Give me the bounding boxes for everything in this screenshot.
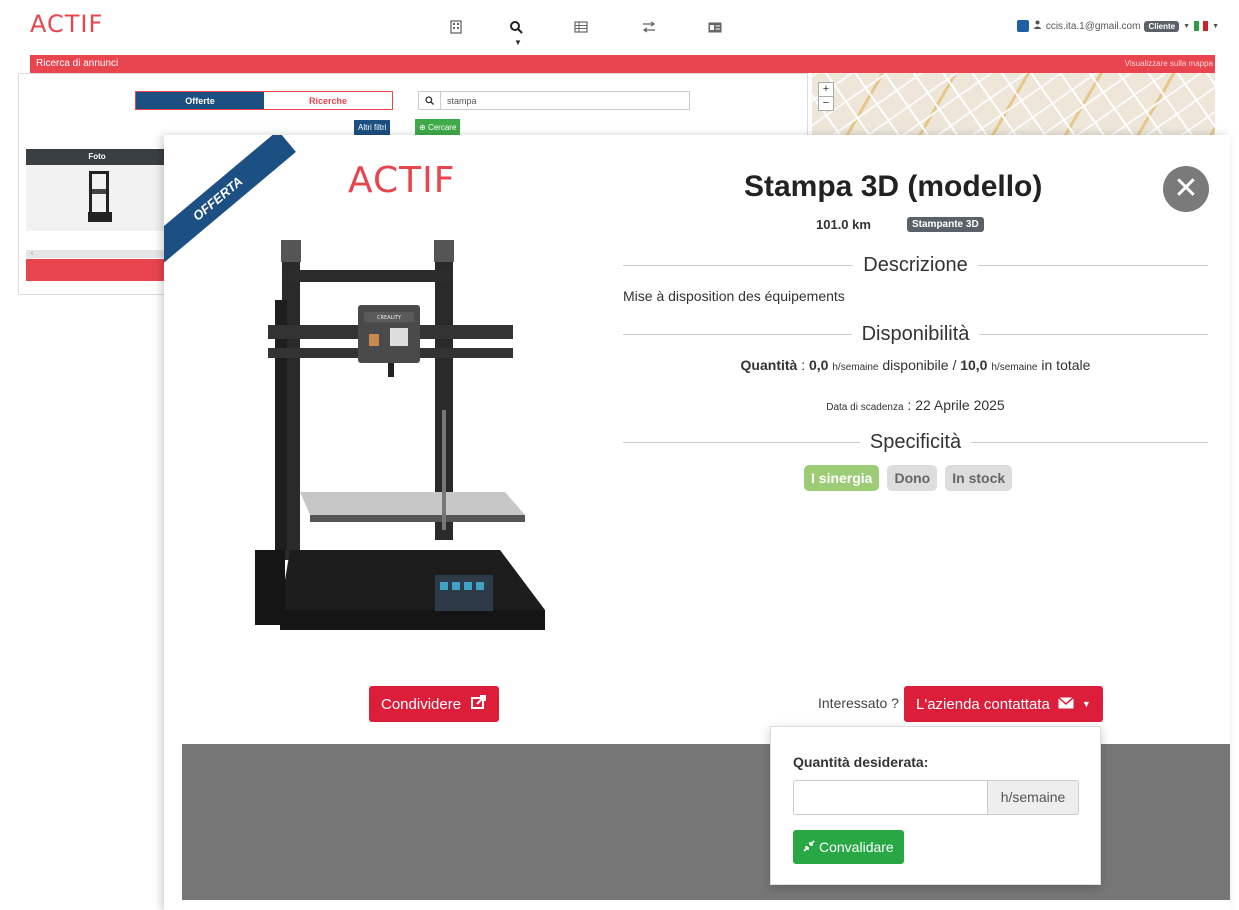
specificity-heading: Specificità [869, 431, 962, 453]
section-availability: Disponibilità [623, 323, 1208, 346]
zoom-out-button[interactable]: − [819, 96, 833, 110]
contact-dropdown: Quantità desiderata: h/semaine Convalida… [770, 726, 1101, 885]
caret-down-icon: ▼ [1081, 699, 1091, 709]
more-filters-button[interactable]: Altri filtri [354, 120, 391, 136]
list-icon[interactable] [574, 20, 588, 36]
logo[interactable]: ACTIF [30, 10, 103, 38]
listing-title: Stampa 3D (modello) [744, 170, 1043, 203]
result-thumbnail[interactable] [26, 165, 168, 231]
contact-button-label: L'azienda contattata [916, 695, 1050, 713]
map-zoom-control[interactable]: + − [818, 82, 834, 111]
chevron-down-icon[interactable]: ▼ [1183, 23, 1190, 30]
quantity-available-text: disponibile / [882, 357, 957, 373]
expiry-label: Data di scadenza [826, 402, 904, 413]
search-plus-icon: ⊕ [419, 123, 428, 132]
compress-icon [803, 839, 815, 855]
quantity-total-unit: h/semaine [991, 362, 1038, 373]
close-icon[interactable]: ✕ [1163, 166, 1209, 212]
chevron-down-icon[interactable]: ▼ [1212, 23, 1219, 30]
search-button-label: Cercare [427, 123, 457, 132]
desired-quantity-label: Quantità desiderata: [793, 754, 929, 770]
tab-offerte[interactable]: Offerte [136, 92, 264, 109]
user-icon [1033, 20, 1042, 32]
distance-text: 101.0 km [816, 217, 871, 232]
section-description: Descrizione [623, 254, 1208, 277]
quantity-total-text: in totale [1041, 357, 1091, 373]
building-icon[interactable] [450, 20, 462, 37]
user-menu[interactable]: ccis.ita.1@gmail.com Cliente ▼ ▼ [1016, 20, 1219, 32]
envelope-icon [1057, 696, 1074, 713]
quantity-line: Quantità : 0,0 h/semaine disponibile / 1… [740, 357, 1091, 373]
id-card-icon[interactable] [708, 20, 722, 36]
map-link[interactable]: Visualizzare sulla mappa [1125, 59, 1213, 68]
interested-label: Interessato ? [818, 695, 899, 711]
tab-ricerche[interactable]: Ricerche [264, 92, 392, 109]
contact-company-button[interactable]: L'azienda contattata ▼ [904, 686, 1103, 722]
search-icon [419, 92, 441, 109]
map-view[interactable] [812, 73, 1215, 135]
share-button-label: Condividere [381, 695, 462, 713]
user-email: ccis.ita.1@gmail.com [1045, 20, 1141, 32]
tag-list: I sinergia Dono In stock [804, 465, 1013, 491]
tag-dono: Dono [887, 465, 938, 491]
quantity-available: 0,0 [809, 357, 829, 373]
unit-addon: h/semaine [987, 780, 1079, 815]
desired-quantity-input[interactable] [793, 780, 987, 815]
printer-brand-text: CREALITY [377, 315, 402, 321]
horizontal-scrollbar[interactable]: ‹ [26, 250, 168, 258]
company-icon [1016, 20, 1029, 32]
page-title: Ricerca di annunci [36, 58, 119, 69]
top-navbar: ACTIF ▼ ccis.ita.1@gmail.com Cliente ▼ ▼ [0, 0, 1239, 55]
quantity-unit: h/semaine [832, 362, 879, 373]
exchange-icon[interactable] [642, 20, 656, 36]
tag-in-stock: In stock [945, 465, 1013, 491]
expiry-line: Data di scadenza : 22 Aprile 2025 [826, 397, 1005, 413]
zoom-in-button[interactable]: + [819, 83, 833, 96]
availability-heading: Disponibilità [861, 323, 970, 345]
category-badge: Stampante 3D [907, 217, 984, 232]
search-icon[interactable] [509, 20, 523, 37]
expiry-value: 22 Aprile 2025 [915, 397, 1005, 413]
search-button[interactable]: ⊕ Cercare [415, 119, 461, 136]
search-value: stampa [447, 96, 477, 106]
search-input[interactable]: stampa [418, 91, 690, 110]
result-action-bar[interactable] [26, 259, 168, 281]
description-text: Mise à disposition des équipements [623, 288, 845, 304]
validate-button[interactable]: Convalidare [793, 830, 904, 864]
modal-logo: ACTIF [348, 160, 456, 201]
table-header-foto: Foto [26, 149, 168, 165]
quantity-label: Quantità [740, 357, 798, 373]
offer-request-toggle: Offerte Ricerche [135, 91, 393, 110]
section-specificity: Specificità [623, 431, 1208, 454]
quantity-total: 10,0 [960, 357, 988, 373]
role-badge: Cliente [1144, 20, 1180, 32]
product-image: CREALITY [240, 230, 560, 650]
share-button[interactable]: Condividere [369, 686, 500, 722]
description-heading: Descrizione [863, 254, 968, 276]
validate-button-label: Convalidare [819, 839, 894, 855]
caret-down-icon: ▼ [514, 38, 522, 47]
share-icon [471, 695, 487, 713]
subheader-bar: Ricerca di annunci Visualizzare sulla ma… [30, 55, 1215, 73]
tag-sinergia: I sinergia [804, 465, 880, 491]
italian-flag-icon[interactable] [1194, 21, 1209, 31]
